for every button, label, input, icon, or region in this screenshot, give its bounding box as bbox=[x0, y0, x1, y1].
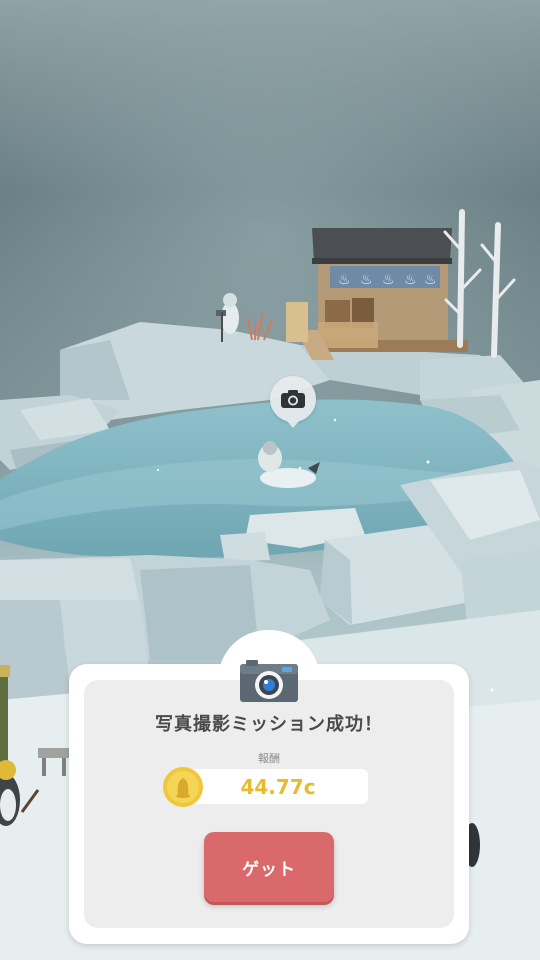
get-button[interactable]: ゲット bbox=[204, 832, 334, 902]
camera-icon bbox=[240, 660, 298, 702]
svg-text:♨: ♨ bbox=[338, 272, 351, 288]
svg-text:♨: ♨ bbox=[360, 272, 373, 288]
dialog-title: 写真撮影ミッション成功！ bbox=[155, 714, 383, 735]
reward-value: 44.77c bbox=[240, 775, 316, 799]
svg-text:♨: ♨ bbox=[382, 272, 395, 288]
camera-icon bbox=[281, 390, 305, 408]
svg-text:♨: ♨ bbox=[424, 272, 437, 288]
photo-spot-bubble[interactable] bbox=[270, 376, 316, 428]
coin-icon bbox=[163, 767, 203, 807]
reward-label: 報酬 bbox=[258, 752, 280, 765]
svg-text:♨: ♨ bbox=[404, 272, 417, 288]
